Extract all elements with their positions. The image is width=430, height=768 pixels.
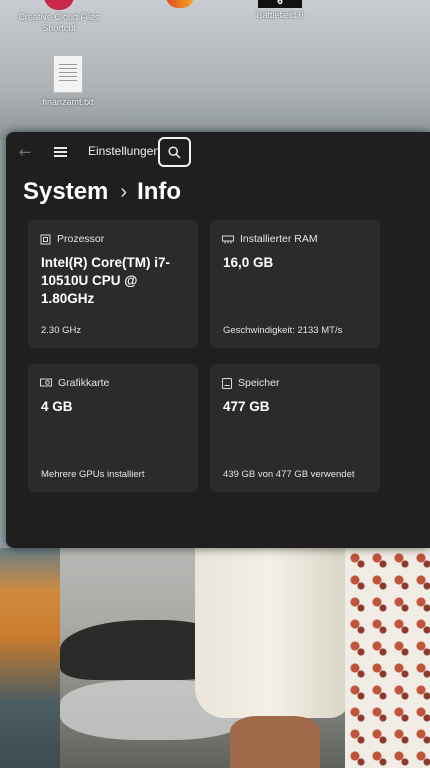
processor-icon — [40, 234, 51, 244]
storage-usage: 439 GB von 477 GB verwendet — [223, 469, 355, 480]
search-icon — [168, 146, 181, 159]
creative-cloud-icon — [44, 0, 74, 10]
desktop-icon-label: Battlefield 6 — [256, 10, 304, 20]
card-title: Grafikkarte — [58, 377, 110, 389]
storage-value: 477 GB — [223, 399, 270, 414]
back-arrow-icon[interactable]: ← — [14, 141, 36, 163]
storage-card: Speicher 477 GB 439 GB von 477 GB verwen… — [210, 364, 380, 492]
ram-value: 16,0 GB — [223, 255, 274, 270]
ram-icon — [222, 235, 234, 243]
wallpaper-leg — [230, 716, 320, 768]
app-title: Einstellungen — [88, 144, 161, 158]
card-title: Prozessor — [57, 233, 105, 245]
card-header: Grafikkarte — [40, 377, 109, 389]
settings-window: ← Einstellungen System › Info Prozessor … — [6, 132, 430, 548]
breadcrumb-system[interactable]: System — [23, 178, 108, 206]
graphics-card: Grafikkarte 4 GB Mehrere GPUs installier… — [28, 364, 198, 492]
desktop-icon-label: Shortcut — [42, 23, 76, 33]
wallpaper-sea — [0, 548, 60, 768]
desktop-shortcut-app[interactable] — [150, 0, 210, 10]
card-header: Prozessor — [40, 233, 104, 245]
ram-speed: Geschwindigkeit: 2133 MT/s — [223, 325, 343, 336]
card-header: Installierter RAM — [222, 233, 318, 245]
storage-icon — [222, 377, 232, 389]
processor-card: Prozessor Intel(R) Core(TM) i7-10510U CP… — [28, 220, 198, 348]
desktop-shortcut-creative-cloud[interactable]: Creative Cloud Files Shortcut — [14, 0, 104, 34]
card-title: Installierter RAM — [240, 233, 318, 245]
graphics-value: 4 GB — [41, 399, 73, 414]
desktop-icon-label: Creative Cloud Files — [18, 12, 100, 22]
desktop-file-finanzamt[interactable]: finanzamt.txt — [28, 55, 108, 108]
wallpaper-person — [195, 548, 350, 718]
graphics-card-icon — [40, 378, 52, 387]
app-icon — [166, 0, 194, 8]
desktop-icon-label: finanzamt.txt — [42, 97, 94, 107]
card-title: Speicher — [238, 377, 280, 389]
hamburger-icon[interactable] — [50, 141, 72, 163]
text-file-icon — [53, 55, 83, 93]
desktop-shortcut-battlefield[interactable]: 6 Battlefield 6 — [240, 0, 320, 21]
processor-speed: 2.30 GHz — [41, 325, 82, 336]
breadcrumb: System › Info — [23, 174, 181, 210]
ram-card: Installierter RAM 16,0 GB Geschwindigkei… — [210, 220, 380, 348]
page-title: Info — [137, 178, 182, 205]
chevron-right-icon: › — [120, 180, 128, 203]
processor-value: Intel(R) Core(TM) i7-10510U CPU @ 1.80GH… — [41, 255, 170, 306]
graphics-info: Mehrere GPUs installiert — [41, 469, 145, 480]
search-button[interactable] — [158, 137, 191, 167]
title-bar: ← Einstellungen — [6, 132, 430, 174]
battlefield-icon: 6 — [258, 0, 302, 8]
card-header: Speicher — [222, 377, 279, 389]
wallpaper-dress-pattern — [345, 548, 430, 768]
